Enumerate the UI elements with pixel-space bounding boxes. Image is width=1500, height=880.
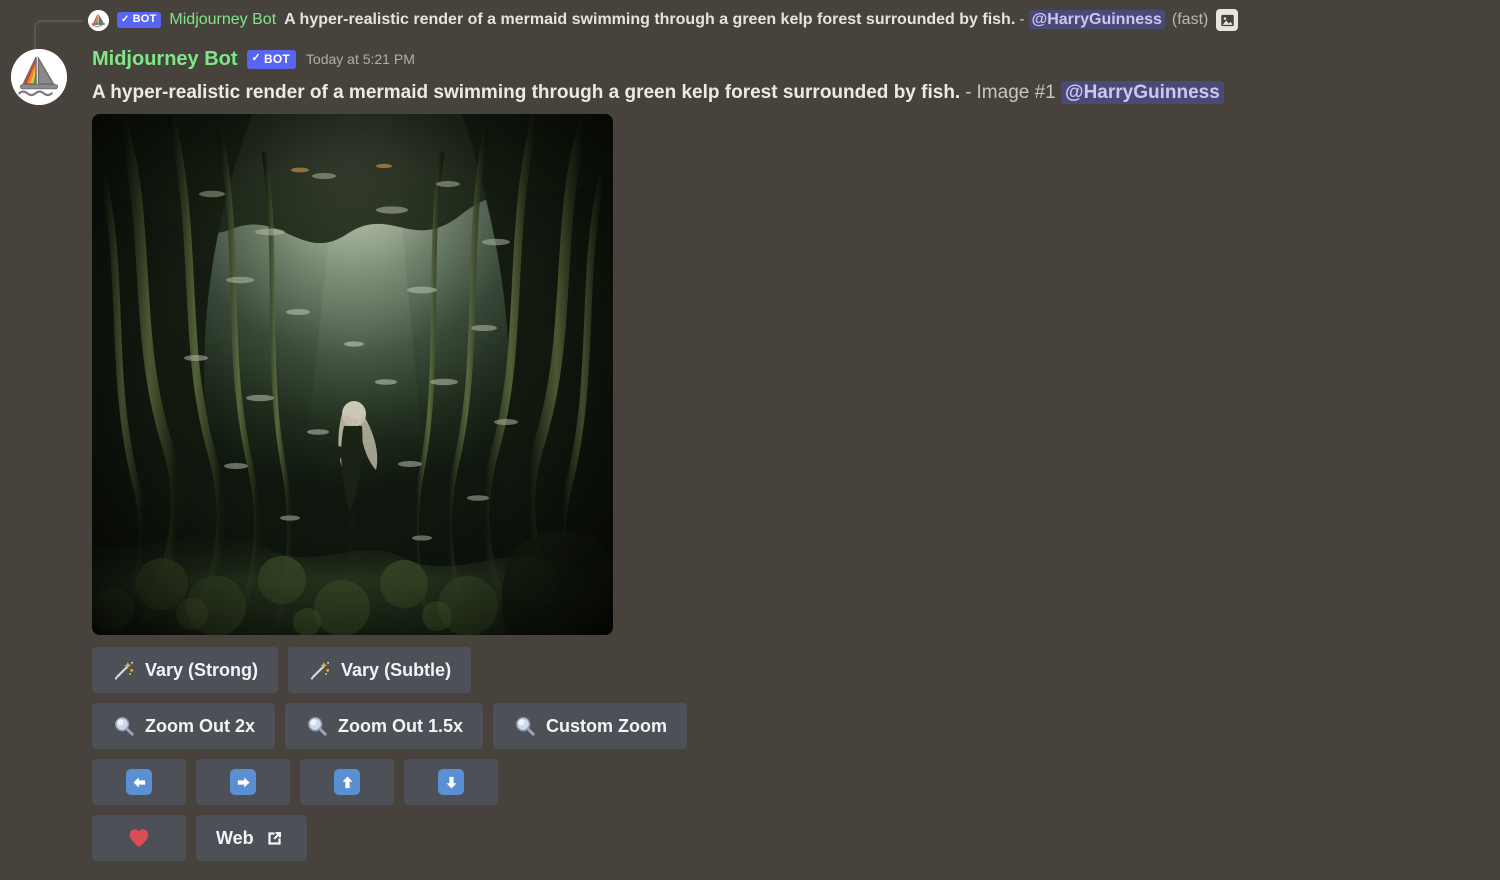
reply-bot-badge: ✓ BOT [117,12,162,28]
pan-left-button[interactable] [92,759,186,805]
reply-username[interactable]: Midjourney Bot [169,11,276,29]
arrow-down-icon [438,769,464,795]
arrow-left-icon [126,769,152,795]
magnifying-glass-icon [305,714,329,738]
bot-badge-label: BOT [132,13,157,25]
action-rows: Vary (Strong) Vary (Subtle) Zoom Out 2x … [92,647,1500,861]
message-author[interactable]: Midjourney Bot [92,48,238,71]
vary-subtle-label: Vary (Subtle) [341,660,452,680]
message-dash: - [965,82,972,103]
chat-message: Midjourney Bot ✓ BOT Today at 5:21 PM A … [0,40,1500,871]
open-web-label: Web [216,828,254,848]
zoom-out-1-5x-label: Zoom Out 1.5x [338,716,464,736]
sparkles-wand-icon [308,658,332,682]
pan-up-button[interactable] [300,759,394,805]
zoom-out-2x-button[interactable]: Zoom Out 2x [92,703,276,749]
message-image-number: Image #1 [976,82,1056,103]
pan-right-button[interactable] [196,759,290,805]
red-heart-icon [127,826,151,850]
message-timestamp: Today at 5:21 PM [305,51,415,67]
kelp-forest-image [92,114,613,635]
midjourney-boat-avatar-icon [88,9,109,31]
custom-zoom-button[interactable]: Custom Zoom [493,703,688,749]
custom-zoom-label: Custom Zoom [546,716,668,736]
message-body: Midjourney Bot ✓ BOT Today at 5:21 PM A … [92,40,1500,861]
reply-reference-bar[interactable]: ✓ BOT Midjourney Bot A hyper-realistic r… [0,0,1500,54]
action-row-pan [92,759,1500,805]
midjourney-boat-avatar-icon [11,49,67,105]
arrow-up-icon [334,769,360,795]
reply-message-preview: A hyper-realistic render of a mermaid sw… [284,10,1165,29]
image-attachment-glyph [1221,14,1234,26]
vary-strong-button[interactable]: Vary (Strong) [92,647,279,693]
vary-strong-label: Vary (Strong) [145,660,259,680]
action-row-misc: Web [92,815,1500,861]
vary-subtle-button[interactable]: Vary (Subtle) [288,647,472,693]
avatar[interactable] [11,49,67,105]
magnifying-glass-icon [513,714,537,738]
message-header: Midjourney Bot ✓ BOT Today at 5:21 PM [92,46,1500,72]
magnifying-glass-icon [112,714,136,738]
reply-mention[interactable]: @HarryGuinness [1028,10,1165,29]
reply-dash: - [1019,11,1025,28]
pan-down-button[interactable] [404,759,498,805]
zoom-out-1-5x-button[interactable]: Zoom Out 1.5x [285,703,484,749]
external-link-icon [263,826,287,850]
open-web-button[interactable]: Web [196,815,307,861]
bot-badge-check: ✓ [251,52,261,64]
image-attachment-icon [1216,9,1239,31]
reply-prompt-text: A hyper-realistic render of a mermaid sw… [284,11,1016,28]
bot-badge-check: ✓ [121,13,130,25]
message-text: A hyper-realistic render of a mermaid sw… [92,81,1500,105]
action-row-vary: Vary (Strong) Vary (Subtle) [92,647,1500,693]
reply-mode-label: (fast) [1171,11,1209,28]
favorite-button[interactable] [92,815,186,861]
message-mention[interactable]: @HarryGuinness [1061,81,1224,104]
bot-badge-label: BOT [263,51,290,66]
zoom-out-2x-label: Zoom Out 2x [145,716,256,736]
action-row-zoom: Zoom Out 2x Zoom Out 1.5x Custom Zoom [92,703,1500,749]
message-prompt-text: A hyper-realistic render of a mermaid sw… [92,82,961,103]
generated-image-attachment[interactable] [92,114,613,635]
arrow-right-icon [230,769,256,795]
message-bot-badge: ✓ BOT [246,49,296,69]
discord-message-view: ✓ BOT Midjourney Bot A hyper-realistic r… [0,0,1500,880]
reply-avatar [88,9,109,31]
sparkles-wand-icon [112,658,136,682]
